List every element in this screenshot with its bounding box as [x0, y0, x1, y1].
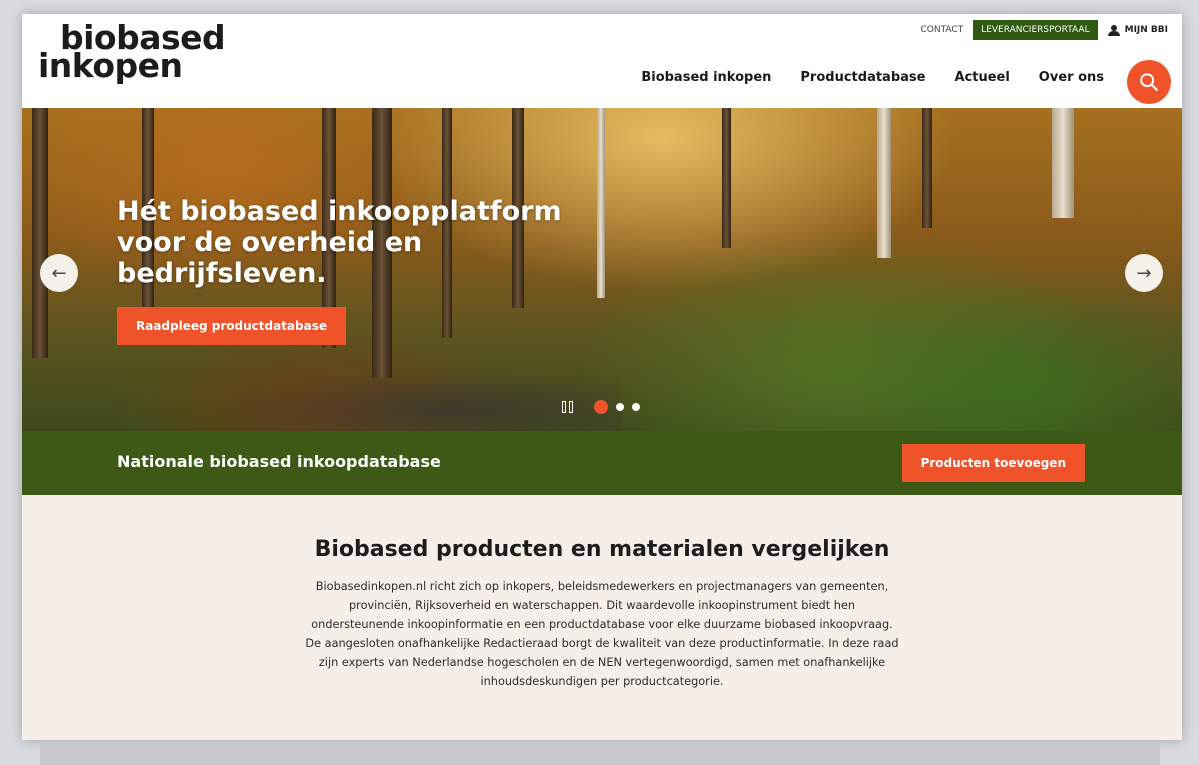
nav-item-over-ons[interactable]: Over ons [1039, 70, 1104, 85]
site-header: biobased inkopen CONTACT LEVERANCIERSPOR… [22, 14, 1182, 108]
database-band: Nationale biobased inkoopdatabase Produc… [22, 431, 1182, 495]
slider-next-button[interactable]: → [1125, 254, 1163, 292]
band-title: Nationale biobased inkoopdatabase [117, 452, 441, 471]
forest-path [202, 368, 622, 431]
browser-page: biobased inkopen CONTACT LEVERANCIERSPOR… [22, 14, 1182, 740]
intro-title: Biobased producten en materialen vergeli… [314, 537, 890, 562]
search-icon [1140, 73, 1158, 91]
search-button[interactable] [1127, 60, 1171, 104]
main-nav: Biobased inkopen Productdatabase Actueel… [641, 70, 1104, 85]
raadpleeg-productdatabase-button[interactable]: Raadpleeg productdatabase [117, 307, 346, 345]
mijn-bbi-label: MIJN BBI [1124, 25, 1168, 35]
tree-trunk [597, 108, 605, 298]
tree-trunk [922, 108, 932, 228]
intro-text: Biobasedinkopen.nl richt zich op inkoper… [305, 580, 899, 688]
slider-dot-3[interactable] [632, 403, 640, 411]
slider-dot-2[interactable] [616, 403, 624, 411]
pause-icon[interactable] [562, 401, 576, 413]
utility-nav: CONTACT LEVERANCIERSPORTAAL MIJN BBI [921, 20, 1168, 40]
slider-dot-1[interactable] [594, 400, 608, 414]
hero-slider: Hét biobased inkoopplatform voor de over… [22, 108, 1182, 431]
user-icon [1107, 24, 1120, 36]
mijn-bbi-link[interactable]: MIJN BBI [1107, 24, 1168, 36]
leveranciersportaal-button[interactable]: LEVERANCIERSPORTAAL [973, 20, 1098, 40]
contact-link[interactable]: CONTACT [921, 25, 964, 35]
tree-trunk [1052, 108, 1074, 218]
background-strip [40, 742, 1160, 765]
slider-controls [562, 400, 640, 414]
hero-title: Hét biobased inkoopplatform voor de over… [117, 196, 562, 289]
arrow-left-icon: ← [51, 262, 67, 284]
tree-trunk [877, 108, 891, 258]
nav-item-biobased-inkopen[interactable]: Biobased inkopen [641, 70, 771, 85]
tree-trunk [722, 108, 731, 248]
nav-item-productdatabase[interactable]: Productdatabase [800, 70, 925, 85]
tree-trunk [32, 108, 48, 358]
logo[interactable]: biobased inkopen [38, 21, 226, 82]
nav-item-actueel[interactable]: Actueel [954, 70, 1009, 85]
producten-toevoegen-button[interactable]: Producten toevoegen [901, 444, 1085, 482]
intro-section: Biobased producten en materialen vergeli… [22, 495, 1182, 740]
arrow-right-icon: → [1136, 262, 1152, 284]
slider-prev-button[interactable]: ← [40, 254, 78, 292]
